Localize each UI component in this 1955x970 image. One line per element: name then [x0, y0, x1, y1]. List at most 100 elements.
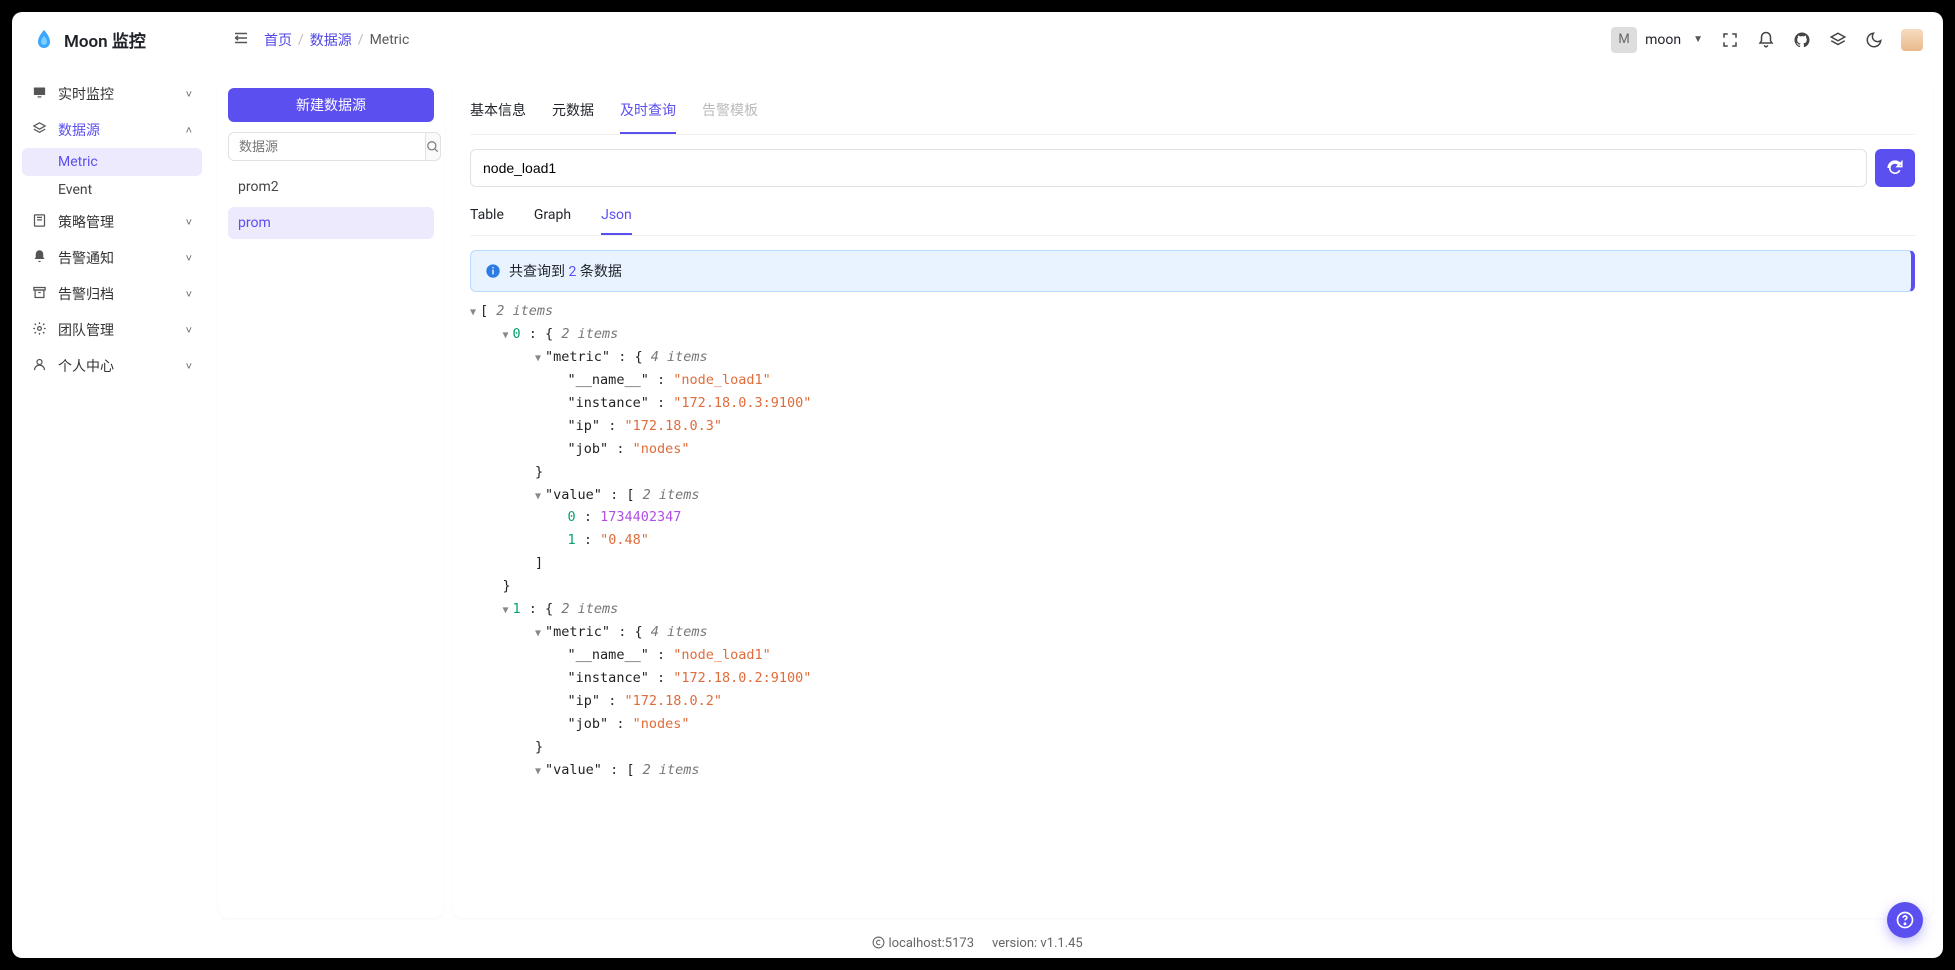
- footer-version: version: v1.1.45: [992, 936, 1083, 951]
- json-line[interactable]: }: [470, 575, 1915, 598]
- collapse-menu-icon[interactable]: [232, 29, 250, 51]
- chevron-down-icon: ˅: [186, 88, 192, 101]
- sidebar-item-label: 告警归档: [58, 284, 114, 304]
- json-line[interactable]: ▼"metric" : { 4 items: [470, 621, 1915, 644]
- json-line[interactable]: ▼"value" : [ 2 items: [470, 484, 1915, 507]
- refresh-icon: [1886, 159, 1904, 177]
- sidebar-item-3[interactable]: 告警通知 ˅: [22, 240, 202, 276]
- main: 基本信息元数据及时查询告警模板 TableGraphJson 共查询到 2 条数…: [452, 78, 1933, 918]
- user-menu[interactable]: M moon ▼: [1611, 27, 1703, 53]
- user-name: moon: [1645, 32, 1681, 48]
- json-line[interactable]: 0 : 1734402347: [470, 506, 1915, 529]
- breadcrumb: 首页 / 数据源 / Metric: [264, 30, 409, 50]
- sidebar-item-label: 实时监控: [58, 84, 114, 104]
- json-line[interactable]: ▼[ 2 items: [470, 300, 1915, 323]
- chevron-down-icon: ˅: [186, 216, 192, 229]
- json-line[interactable]: "ip" : "172.18.0.3": [470, 415, 1915, 438]
- json-line[interactable]: "instance" : "172.18.0.2:9100": [470, 667, 1915, 690]
- user-icon: [32, 357, 48, 376]
- github-icon[interactable]: [1793, 31, 1811, 49]
- search-button[interactable]: [426, 132, 441, 161]
- footer: localhost:5173 version: v1.1.45: [12, 928, 1943, 958]
- book-icon: [32, 213, 48, 232]
- chevron-down-icon: ˅: [186, 324, 192, 337]
- subtab[interactable]: Graph: [534, 201, 571, 235]
- chevron-down-icon: ˅: [186, 252, 192, 265]
- monitor-icon: [32, 85, 48, 104]
- subtab[interactable]: Json: [601, 201, 632, 235]
- info-icon: [485, 263, 501, 279]
- breadcrumb-sep: /: [298, 32, 304, 48]
- sidebar-item-4[interactable]: 告警归档 ˅: [22, 276, 202, 312]
- datasource-search-input[interactable]: [228, 132, 426, 161]
- json-line[interactable]: ]: [470, 552, 1915, 575]
- json-line[interactable]: "job" : "nodes": [470, 438, 1915, 461]
- breadcrumb-ds[interactable]: 数据源: [310, 30, 352, 50]
- chevron-up-icon: ˄: [186, 124, 192, 137]
- sidebar-item-label: 团队管理: [58, 320, 114, 340]
- chevron-down-icon: ▼: [1693, 34, 1703, 45]
- breadcrumb-home[interactable]: 首页: [264, 30, 292, 50]
- json-line[interactable]: }: [470, 736, 1915, 759]
- json-line[interactable]: ▼1 : { 2 items: [470, 598, 1915, 621]
- layers-icon[interactable]: [1829, 31, 1847, 49]
- help-fab[interactable]: [1887, 902, 1923, 938]
- copyright: localhost:5173: [872, 936, 974, 951]
- bell-icon: [32, 249, 48, 268]
- layers-icon: [32, 121, 48, 140]
- gear-icon: [32, 321, 48, 340]
- sidebar-subitem-0[interactable]: Metric: [22, 148, 202, 176]
- question-icon: [1896, 911, 1914, 929]
- json-viewer[interactable]: ▼[ 2 items ▼0 : { 2 items ▼"metric" : { …: [470, 300, 1915, 904]
- new-datasource-button[interactable]: 新建数据源: [228, 88, 434, 122]
- content-tabs: 基本信息元数据及时查询告警模板: [470, 92, 1915, 135]
- alert-prefix: 共查询到: [509, 264, 568, 280]
- breadcrumb-current: Metric: [370, 32, 410, 48]
- sidebar-item-5[interactable]: 团队管理 ˅: [22, 312, 202, 348]
- fullscreen-icon[interactable]: [1721, 31, 1739, 49]
- query-input[interactable]: [470, 149, 1867, 187]
- sidebar-item-label: 数据源: [58, 120, 100, 140]
- datasource-panel: 新建数据源 prom2 prom: [218, 78, 444, 918]
- sidebar-item-label: 告警通知: [58, 248, 114, 268]
- logo[interactable]: Moon 监控: [32, 27, 232, 52]
- json-line[interactable]: "job" : "nodes": [470, 713, 1915, 736]
- moon-icon[interactable]: [1865, 31, 1883, 49]
- json-line[interactable]: 1 : "0.48": [470, 529, 1915, 552]
- result-tabs: Table Graph Json: [470, 201, 1915, 236]
- topbar: Moon 监控 首页 / 数据源 / Metric M moon ▼: [12, 12, 1943, 68]
- sidenav: 实时监控 ˅ 数据源 ˄ MetricEvent 策略管理 ˅ 告警通知 ˅ 告警归档 ˅ 团队管理 ˅…: [12, 68, 212, 928]
- search-icon: [426, 140, 440, 154]
- sidebar-subitem-1[interactable]: Event: [22, 176, 202, 204]
- json-line[interactable]: }: [470, 461, 1915, 484]
- alert-suffix: 条数据: [576, 264, 621, 280]
- sidebar-item-label: 个人中心: [58, 356, 114, 376]
- sidebar-item-0[interactable]: 实时监控 ˅: [22, 76, 202, 112]
- json-line[interactable]: "__name__" : "node_load1": [470, 369, 1915, 392]
- sidebar-item-label: 策略管理: [58, 212, 114, 232]
- json-line[interactable]: ▼0 : { 2 items: [470, 323, 1915, 346]
- json-line[interactable]: ▼"value" : [ 2 items: [470, 759, 1915, 782]
- json-line[interactable]: ▼"metric" : { 4 items: [470, 346, 1915, 369]
- datasource-item[interactable]: prom: [228, 207, 434, 239]
- bell-icon[interactable]: [1757, 31, 1775, 49]
- datasource-item[interactable]: prom2: [228, 171, 434, 203]
- footer-host: localhost:5173: [888, 936, 974, 951]
- tab[interactable]: 及时查询: [620, 92, 676, 134]
- chevron-down-icon: ˅: [186, 288, 192, 301]
- subtab[interactable]: Table: [470, 201, 504, 235]
- archive-icon: [32, 285, 48, 304]
- json-line[interactable]: "instance" : "172.18.0.3:9100": [470, 392, 1915, 415]
- chevron-down-icon: ˅: [186, 360, 192, 373]
- json-line[interactable]: "__name__" : "node_load1": [470, 644, 1915, 667]
- copyright-icon: [872, 936, 885, 949]
- tab[interactable]: 元数据: [552, 92, 594, 134]
- refresh-button[interactable]: [1875, 149, 1915, 187]
- tab[interactable]: 基本信息: [470, 92, 526, 134]
- sidebar-item-1[interactable]: 数据源 ˄: [22, 112, 202, 148]
- avatar[interactable]: [1901, 29, 1923, 51]
- sidebar-item-2[interactable]: 策略管理 ˅: [22, 204, 202, 240]
- json-line[interactable]: "ip" : "172.18.0.2": [470, 690, 1915, 713]
- tab: 告警模板: [702, 92, 758, 134]
- sidebar-item-6[interactable]: 个人中心 ˅: [22, 348, 202, 384]
